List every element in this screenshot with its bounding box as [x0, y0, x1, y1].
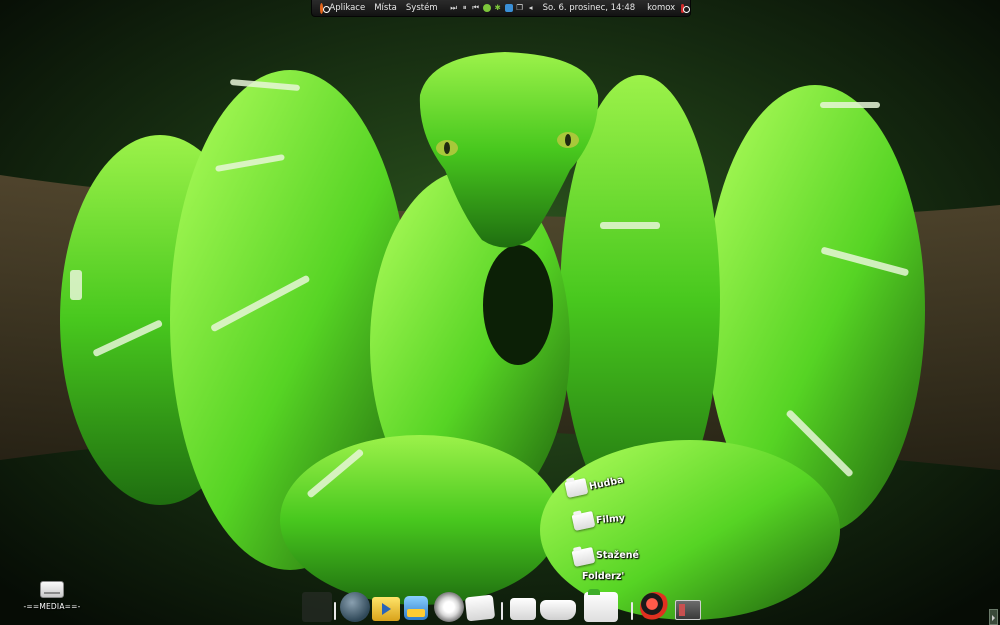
top-panel: Aplikace Místa Systém ⏭ ⏸ ⏮ ✱ ❐ ◂ So. 6.… [311, 0, 691, 17]
skip-previous-icon[interactable]: ⏮ [472, 4, 480, 12]
pause-icon[interactable]: ⏸ [461, 4, 469, 12]
dock-separator [501, 602, 503, 620]
folder-label: Stažené [596, 549, 639, 561]
drive-icon [40, 581, 64, 598]
media-label: -==MEDIA==- [23, 602, 81, 611]
desktop-folder-hudba[interactable]: Hudba [564, 474, 624, 499]
wallpaper-green-snake [0, 0, 1000, 625]
globe-icon[interactable] [340, 592, 370, 622]
dock [300, 588, 720, 625]
desktop-media-drive[interactable]: -==MEDIA==- [22, 581, 82, 611]
drive-icon[interactable] [540, 600, 576, 620]
green-circle-icon[interactable] [482, 4, 491, 12]
network-icon[interactable] [504, 4, 513, 12]
ubuntu-logo-icon[interactable] [320, 2, 332, 14]
folder-icon [571, 510, 596, 532]
user-name[interactable]: komox [647, 3, 675, 13]
show-desktop-button[interactable] [989, 609, 998, 625]
folder-icon [571, 546, 596, 568]
gear-icon[interactable]: ✱ [494, 4, 502, 12]
debian-swirl-icon[interactable] [640, 592, 670, 622]
desktop-folder-stazene[interactable]: Stažené [571, 546, 639, 568]
settings-icon[interactable] [434, 592, 464, 622]
system-tray: ⏭ ⏸ ⏮ ✱ ❐ ◂ [450, 4, 535, 12]
menu-system[interactable]: Systém [406, 3, 438, 13]
window-icon[interactable] [302, 592, 332, 622]
dock-separator [631, 602, 633, 620]
window-icon[interactable]: ❐ [516, 4, 524, 12]
folder-label: Folderz' [582, 571, 625, 582]
desktop-folder-folderz[interactable]: Folderz' [582, 571, 624, 582]
power-icon[interactable] [681, 3, 690, 13]
media-player-icon[interactable] [372, 597, 400, 621]
home-folder-icon[interactable] [584, 589, 618, 622]
desktop-folder-filmy[interactable]: Filmy [571, 510, 626, 532]
menu-aplikace[interactable]: Aplikace [329, 3, 365, 13]
folder-icon[interactable] [464, 594, 496, 622]
volume-icon[interactable]: ◂ [527, 4, 535, 12]
software-center-icon[interactable] [404, 596, 428, 620]
folder-icon [564, 477, 589, 499]
clock[interactable]: So. 6. prosinec, 14:48 [543, 3, 636, 13]
presentation-icon[interactable] [675, 600, 701, 620]
folder-label: Filmy [595, 512, 626, 526]
skip-next-icon[interactable]: ⏭ [450, 4, 458, 12]
menu-mista[interactable]: Místa [374, 3, 397, 13]
folder-icon[interactable] [510, 598, 536, 620]
dock-separator [334, 602, 336, 620]
